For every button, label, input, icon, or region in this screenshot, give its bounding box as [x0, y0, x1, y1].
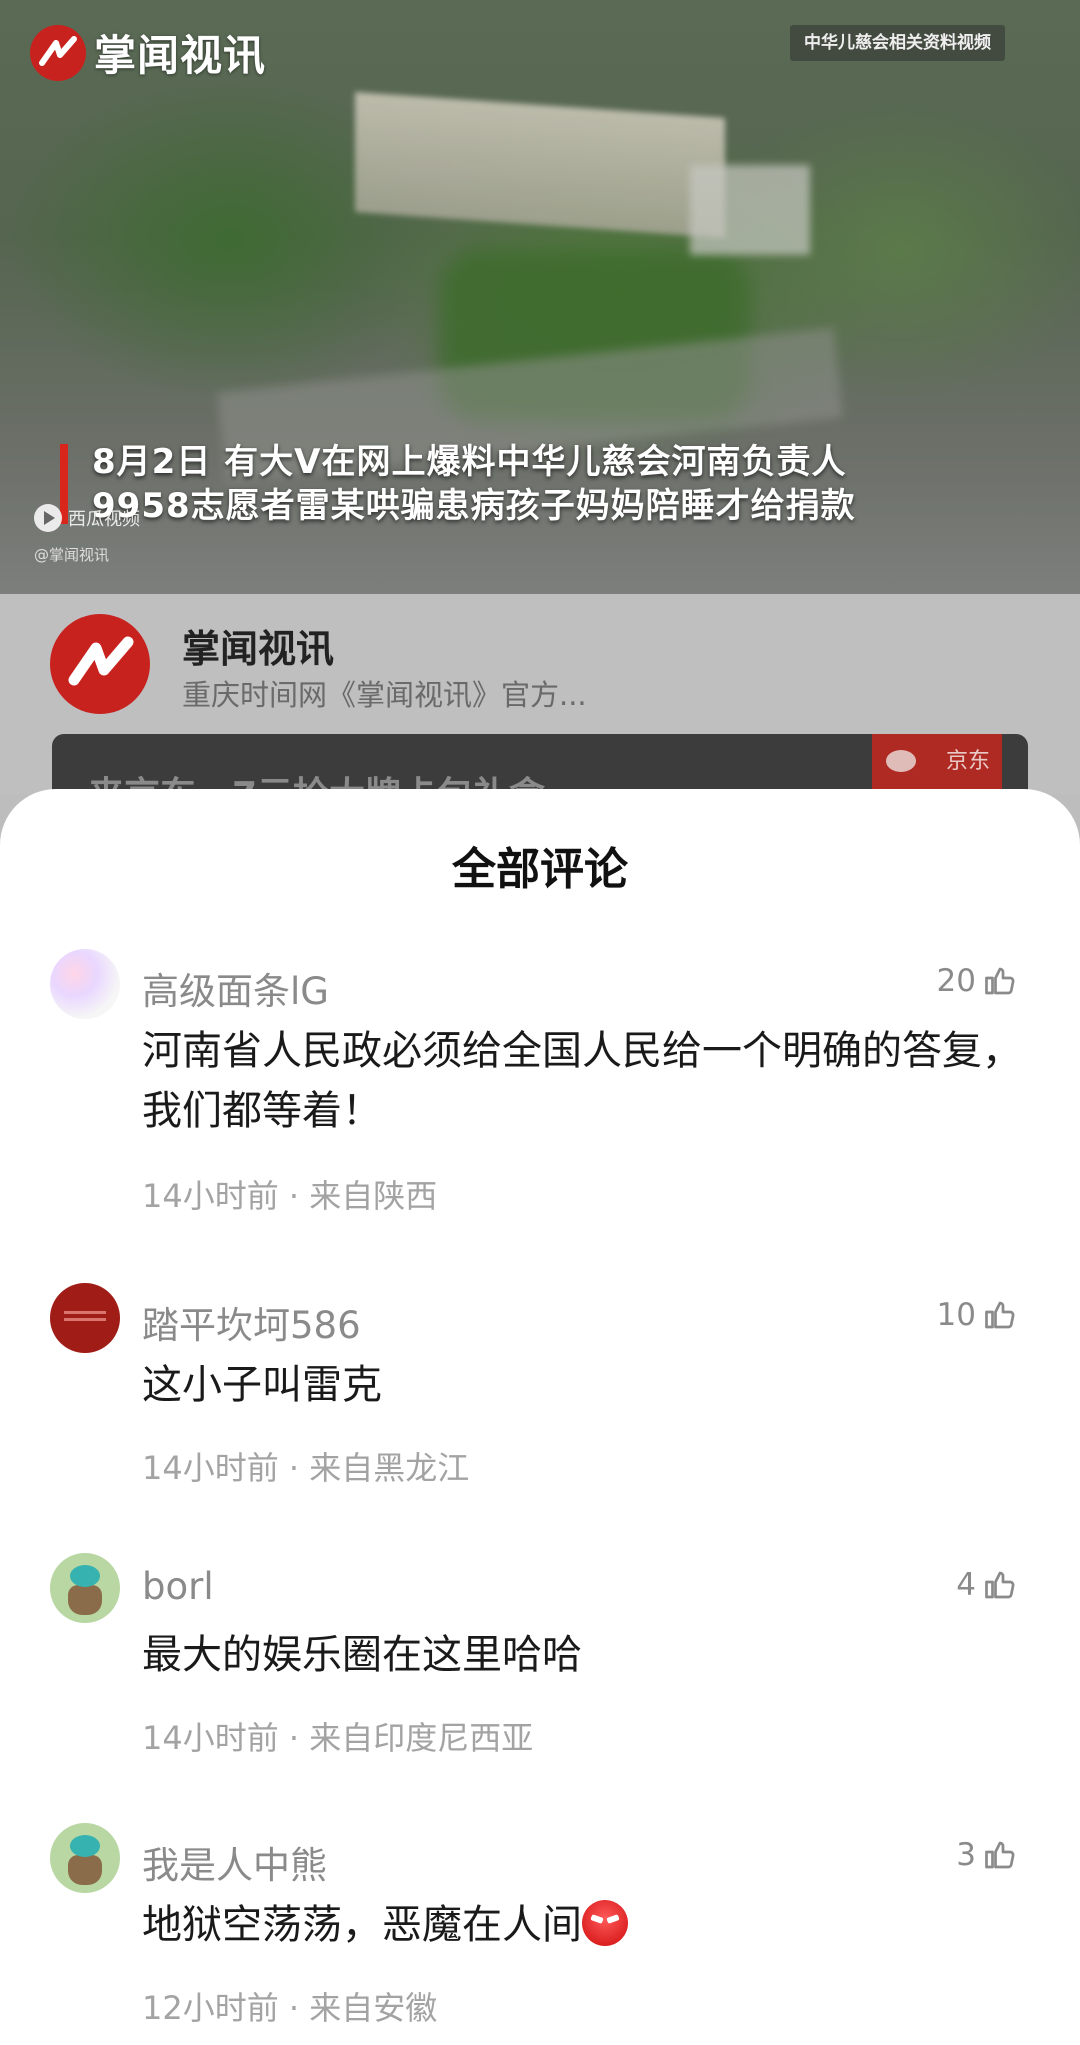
video-scene-building	[355, 92, 725, 238]
thumbs-up-icon	[985, 1841, 1015, 1869]
comment-meta: 14小时前 · 来自黑龙江	[142, 1449, 470, 1487]
watermark-small: @掌闻视讯	[34, 546, 110, 564]
sheet-title: 全部评论	[452, 844, 628, 895]
comment-username[interactable]: 高级面条lG	[142, 961, 329, 1015]
video-logo-text: 掌闻视讯	[94, 31, 267, 80]
comments-sheet: 全部评论 高级面条lG 20 河南省人民政必须给全国人民给一个明确的答复，我们都…	[0, 789, 1080, 2045]
gradient-avatar-icon[interactable]	[50, 949, 120, 1019]
like-count: 4	[956, 1567, 976, 1603]
watermark-play: 西瓜视频	[34, 504, 140, 532]
zhangwen-logo-icon	[68, 636, 134, 686]
comment-username[interactable]: 踏平坎坷586	[142, 1295, 361, 1349]
comment-text: 地狱空荡荡，恶魔在人间	[142, 1895, 1032, 1955]
video-player[interactable]: 掌闻视讯 中华儿慈会相关资料视频 8月2日 有大V在网上爆料中华儿慈会河南负责人…	[0, 0, 1080, 594]
channel-subtitle: 重庆时间网《掌闻视讯》官方...	[182, 678, 587, 712]
comment-username[interactable]: borl	[142, 1565, 214, 1608]
channel-header: 掌闻视讯 重庆时间网《掌闻视讯》官方... 来京东，7元抢大牌卡包礼盒 京东	[0, 594, 1080, 804]
comment-meta: 14小时前 · 来自陕西	[142, 1177, 438, 1215]
angry-face-emoji-icon	[582, 1900, 628, 1946]
like-button[interactable]: 20	[937, 963, 1018, 999]
comment-text: 最大的娱乐圈在这里哈哈	[142, 1632, 582, 1678]
jd-badge-text: 京东	[945, 749, 990, 774]
cartoon-bug-avatar-icon[interactable]	[50, 1823, 120, 1893]
comment-username[interactable]: 我是人中熊	[142, 1835, 327, 1889]
thumbs-up-icon	[985, 1571, 1015, 1599]
comment-text: 这小子叫雷克	[142, 1362, 382, 1408]
video-logo: 掌闻视讯	[30, 22, 266, 83]
like-button[interactable]: 3	[956, 1837, 1018, 1873]
jd-badge: 京东	[872, 734, 1002, 790]
comment-meta: 14小时前 · 来自印度尼西亚	[142, 1719, 534, 1757]
video-scene-building-2	[690, 165, 810, 255]
zhangwen-logo-icon	[30, 24, 86, 81]
like-count: 3	[956, 1837, 976, 1873]
like-count: 20	[936, 963, 976, 999]
video-source-tag: 中华儿慈会相关资料视频	[790, 25, 1005, 61]
channel-name[interactable]: 掌闻视讯	[182, 618, 334, 673]
red-seal-avatar-icon[interactable]	[50, 1283, 120, 1353]
video-caption: 8月2日 有大V在网上爆料中华儿慈会河南负责人 9958志愿者雷某哄骗患病孩子妈…	[92, 440, 856, 528]
like-button[interactable]: 10	[937, 1297, 1018, 1333]
jd-dog-icon	[886, 750, 916, 772]
thumbs-up-icon	[985, 1301, 1015, 1329]
comment-text-content: 地狱空荡荡，恶魔在人间	[142, 1902, 582, 1948]
video-caption-line-2: 9958志愿者雷某哄骗患病孩子妈妈陪睡才给捐款	[92, 486, 856, 526]
channel-avatar[interactable]	[50, 614, 150, 714]
comment-meta: 12小时前 · 来自安徽	[142, 1989, 438, 2027]
cartoon-bug-avatar-icon[interactable]	[50, 1553, 120, 1623]
comment-text: 河南省人民政必须给全国人民给一个明确的答复，我们都等着！	[142, 1028, 1022, 1134]
like-button[interactable]: 4	[956, 1567, 1018, 1603]
thumbs-up-icon	[985, 967, 1015, 995]
watermark-play-text: 西瓜视频	[68, 509, 140, 530]
like-count: 10	[936, 1297, 976, 1333]
video-caption-line-1: 8月2日 有大V在网上爆料中华儿慈会河南负责人	[92, 442, 847, 482]
play-icon	[34, 504, 62, 532]
